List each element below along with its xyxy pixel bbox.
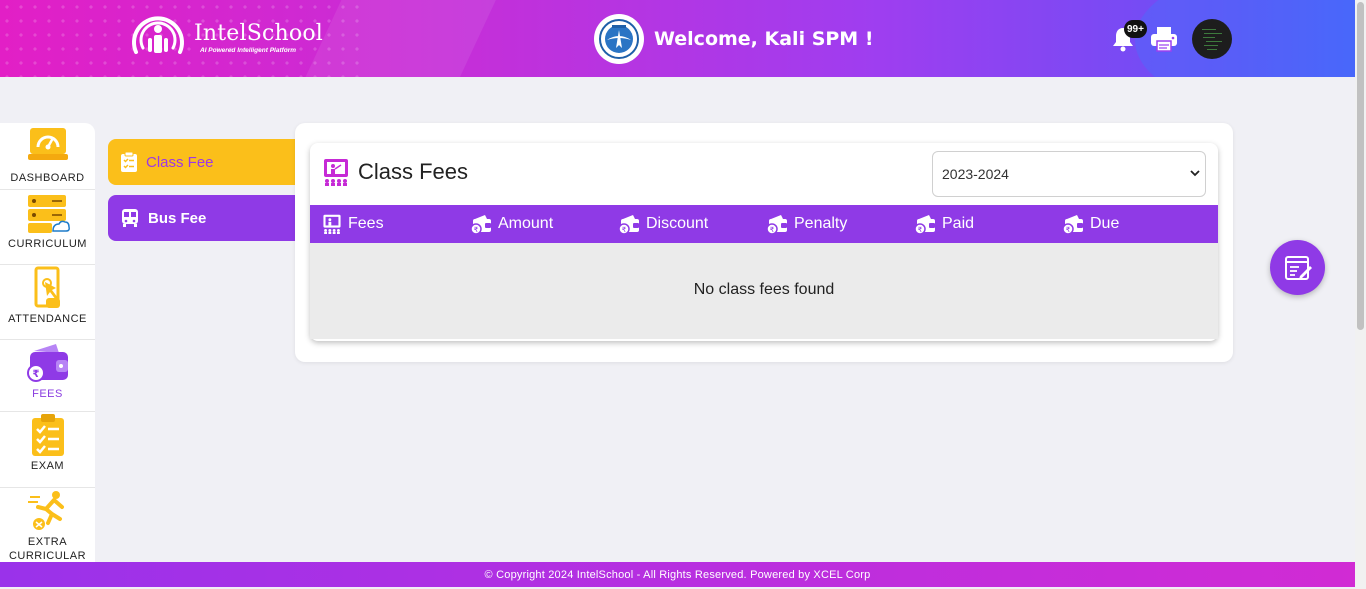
page-title: Class Fees bbox=[358, 159, 469, 184]
column-label: Fees bbox=[348, 215, 384, 232]
printer-icon[interactable] bbox=[1149, 24, 1179, 54]
dashboard-icon bbox=[27, 128, 68, 160]
school-emblem-icon bbox=[599, 19, 639, 59]
welcome-message: Welcome, Kali SPM ! bbox=[654, 28, 874, 50]
tab-class-fee-label: Class Fee bbox=[146, 153, 214, 171]
svg-text:₹: ₹ bbox=[918, 226, 923, 234]
tab-bus-fee[interactable]: Bus Fee bbox=[108, 195, 298, 241]
logo-icon bbox=[132, 16, 184, 54]
svg-text:₹: ₹ bbox=[1066, 226, 1071, 234]
column-label: Due bbox=[1090, 215, 1120, 232]
footer: © Copyright 2024 IntelSchool - All Right… bbox=[0, 562, 1355, 587]
sidebar-item-label: CURRICULUM bbox=[8, 238, 87, 250]
classroom-teacher-icon bbox=[324, 159, 348, 186]
app-logo[interactable]: IntelSchool AI Powered Intelligent Platf… bbox=[128, 12, 323, 64]
sidebar-item-attendance[interactable]: ATTENDANCE bbox=[0, 266, 95, 340]
sidebar-item-label: EXAM bbox=[30, 460, 65, 472]
empty-state-message: No class fees found bbox=[693, 281, 835, 298]
school-emblem bbox=[594, 14, 644, 64]
wallet-rupee-icon: ₹ bbox=[766, 215, 787, 235]
column-penalty: ₹ Penalty bbox=[766, 205, 847, 243]
sidebar-nav: DASHBOARD CURRICULUM ATTENDANCE ₹ FEES E… bbox=[0, 123, 95, 563]
sidebar-item-curriculum[interactable]: CURRICULUM bbox=[0, 191, 95, 265]
extra-curricular-icon bbox=[27, 491, 64, 530]
bus-icon bbox=[122, 209, 138, 227]
fees-table-body: No class fees found bbox=[310, 243, 1218, 339]
wallet-rupee-icon: ₹ bbox=[470, 215, 491, 235]
wallet-rupee-icon: ₹ bbox=[618, 215, 639, 235]
user-avatar[interactable] bbox=[1192, 19, 1232, 59]
svg-text:₹: ₹ bbox=[32, 369, 39, 380]
column-label: Amount bbox=[498, 215, 554, 232]
fees-wallet-icon: ₹ bbox=[26, 344, 68, 382]
curriculum-icon bbox=[27, 195, 70, 233]
logo-tagline: AI Powered Intelligent Platform bbox=[200, 47, 297, 54]
column-amount: ₹ Amount bbox=[470, 205, 553, 243]
column-discount: ₹ Discount bbox=[618, 205, 708, 243]
column-label: Discount bbox=[646, 215, 709, 232]
copyright-text: © Copyright 2024 IntelSchool - All Right… bbox=[484, 568, 871, 581]
sidebar-item-label: DASHBOARD bbox=[10, 172, 85, 184]
academic-year-select[interactable]: 2023-2024 bbox=[932, 151, 1206, 197]
tab-class-fee[interactable]: Class Fee bbox=[108, 139, 298, 185]
svg-text:₹: ₹ bbox=[474, 226, 479, 234]
clipboard-list-icon bbox=[121, 152, 137, 172]
notification-count-badge: 99+ bbox=[1124, 20, 1147, 38]
logo-name: IntelSchool bbox=[194, 21, 324, 46]
floating-action-button[interactable] bbox=[1270, 240, 1325, 295]
sidebar-item-label: EXTRA CURRICULAR bbox=[8, 536, 87, 562]
wallet-rupee-icon: ₹ bbox=[914, 215, 935, 235]
classroom-teacher-icon bbox=[323, 214, 341, 234]
svg-text:₹: ₹ bbox=[770, 226, 775, 234]
column-fees: Fees bbox=[322, 205, 384, 243]
edit-note-icon bbox=[1284, 255, 1312, 280]
sidebar-item-dashboard[interactable]: DASHBOARD bbox=[0, 125, 95, 190]
column-paid: ₹ Paid bbox=[914, 205, 974, 243]
exam-clipboard-icon bbox=[31, 414, 64, 456]
column-due: ₹ Due bbox=[1062, 205, 1119, 243]
fees-table-header: Fees ₹ Amount ₹ Discount ₹ Penalty ₹ Pai bbox=[310, 205, 1218, 243]
tab-bus-fee-label: Bus Fee bbox=[148, 209, 207, 227]
column-label: Penalty bbox=[794, 215, 848, 232]
sidebar-item-label: ATTENDANCE bbox=[8, 313, 87, 325]
wallet-rupee-icon: ₹ bbox=[1062, 215, 1083, 235]
attendance-icon bbox=[34, 266, 60, 308]
page-scrollbar[interactable] bbox=[1355, 0, 1366, 589]
sidebar-item-fees[interactable]: ₹ FEES bbox=[0, 341, 95, 412]
sidebar-item-label: FEES bbox=[32, 388, 63, 400]
svg-text:₹: ₹ bbox=[622, 226, 627, 234]
scrollbar-thumb[interactable] bbox=[1357, 2, 1364, 330]
sidebar-item-extra-curricular[interactable]: EXTRA CURRICULAR bbox=[0, 489, 95, 563]
column-label: Paid bbox=[942, 215, 975, 232]
sidebar-item-exam[interactable]: EXAM bbox=[0, 413, 95, 488]
class-fees-header: Class Fees bbox=[322, 158, 468, 186]
welcome-area: Welcome, Kali SPM ! bbox=[594, 14, 874, 64]
